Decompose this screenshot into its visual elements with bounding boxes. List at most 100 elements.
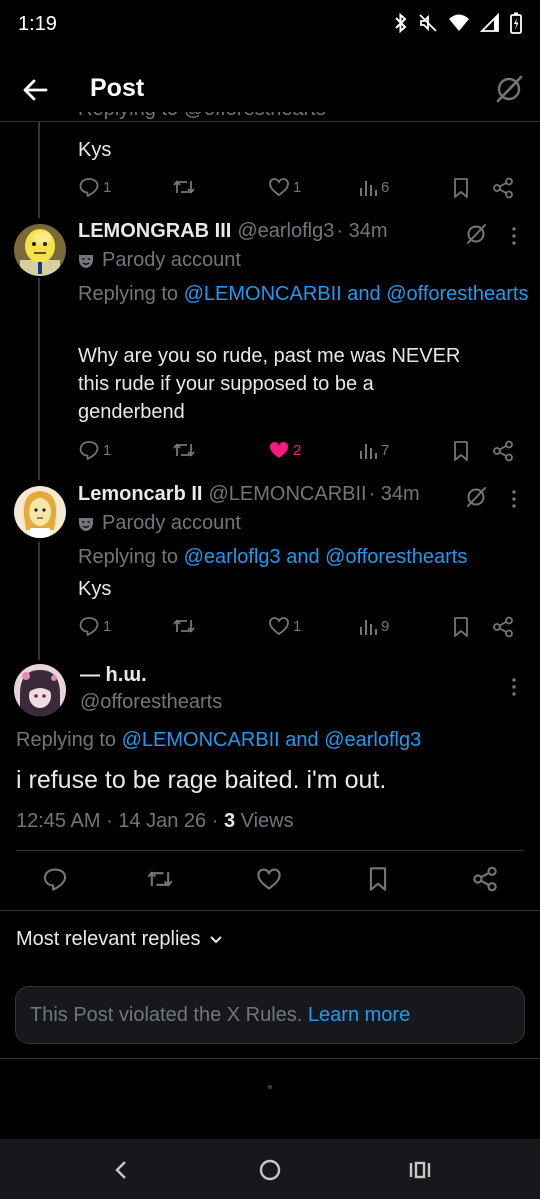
avatar-image <box>14 664 66 716</box>
wifi-icon <box>449 14 469 31</box>
post-meta: 12:45 AM · 14 Jan 26 · 3 Views <box>16 810 294 832</box>
violation-notice: This Post violated the X Rules. Learn mo… <box>15 986 525 1044</box>
views-label: Views <box>240 810 294 832</box>
reply-count: 1 <box>103 617 112 635</box>
views-icon <box>360 444 377 459</box>
reply1-text: Why are you so rude, past me was NEVER t… <box>78 345 461 423</box>
bookmark-icon[interactable] <box>451 616 471 638</box>
like-icon <box>269 178 289 197</box>
signal-icon <box>480 13 499 32</box>
parody-mask-icon <box>79 517 93 531</box>
chevron-down-icon <box>209 935 222 943</box>
repost-button[interactable] <box>172 439 196 461</box>
repost-icon <box>173 180 195 194</box>
repost-icon[interactable] <box>146 866 174 892</box>
nav-home-icon[interactable] <box>255 1155 285 1185</box>
nav-recents-icon[interactable] <box>405 1155 435 1185</box>
reply1-name-row: LEMONGRAB III @earloflg3 · 34m <box>78 220 388 243</box>
like-button[interactable]: 1 <box>268 176 301 198</box>
avatar-hw[interactable] <box>14 664 66 716</box>
main-author-name[interactable]: — h.ɯ. <box>80 664 147 687</box>
replying-handles[interactable]: @LEMONCARBII and @earloflg3 <box>122 729 422 751</box>
avatar-lemongrab[interactable] <box>14 224 66 276</box>
avatar-image <box>14 224 66 276</box>
status-bar: 1:19 <box>0 0 540 52</box>
reply-icon <box>79 441 99 460</box>
main-post-actions <box>16 866 524 896</box>
replying-handles[interactable]: @earloflg3 and @offoresthearts <box>184 546 468 568</box>
reply-icon <box>79 617 99 636</box>
bookmark-icon[interactable] <box>366 866 390 892</box>
author-handle[interactable]: @LEMONCARBII <box>208 483 366 506</box>
avatar-image <box>14 486 66 538</box>
share-icon[interactable] <box>492 616 514 638</box>
parody-text: Parody account <box>102 512 241 534</box>
divider <box>0 910 540 911</box>
more-icon[interactable] <box>506 224 522 248</box>
views-icon <box>360 620 377 635</box>
bookmark-icon[interactable] <box>451 440 471 462</box>
author-handle[interactable]: @earloflg3 <box>237 220 334 243</box>
views-button[interactable]: 7 <box>358 439 389 461</box>
main-post-text: i refuse to be rage baited. i'm out. <box>16 766 387 794</box>
replying-to: Replying to @earloflg3 and @offoresthear… <box>78 546 468 568</box>
grok-icon[interactable] <box>464 222 488 246</box>
reply1-actions: 1 2 7 <box>78 439 518 463</box>
sort-replies-dropdown[interactable]: Most relevant replies <box>16 928 223 951</box>
views-count: 9 <box>381 617 390 635</box>
grok-icon[interactable] <box>494 74 524 104</box>
thread-line <box>38 278 40 480</box>
like-count: 2 <box>293 441 302 459</box>
divider <box>0 1058 540 1059</box>
more-icon[interactable] <box>506 487 522 511</box>
nav-back-icon[interactable] <box>106 1155 136 1185</box>
post-time: 12:45 AM <box>16 810 101 832</box>
sort-label: Most relevant replies <box>16 928 201 950</box>
main-replying-to: Replying to @LEMONCARBII and @earloflg3 <box>16 729 422 751</box>
repost-icon <box>173 619 195 633</box>
cutoff-replying-text: Replying to @offoresthearts <box>78 112 326 124</box>
reply-button[interactable]: 1 <box>78 439 111 461</box>
parody-mask-icon <box>79 254 93 268</box>
reply-button[interactable]: 1 <box>78 176 111 198</box>
share-icon[interactable] <box>492 177 514 199</box>
reply-icon[interactable] <box>42 866 68 892</box>
post-time: · 34m <box>336 220 388 242</box>
bookmark-icon[interactable] <box>451 177 471 199</box>
author-name[interactable]: LEMONGRAB III <box>78 220 231 243</box>
reply-count: 1 <box>103 178 112 196</box>
repost-button[interactable] <box>172 615 196 637</box>
repost-icon <box>173 443 195 457</box>
grok-icon[interactable] <box>464 485 488 509</box>
back-arrow-icon[interactable] <box>18 72 54 108</box>
share-icon[interactable] <box>492 440 514 462</box>
divider <box>16 850 524 851</box>
avatar-lemoncarb[interactable] <box>14 486 66 538</box>
violation-text: This Post violated the X Rules. <box>30 1004 303 1026</box>
repost-button[interactable] <box>172 176 196 198</box>
views-button[interactable]: 6 <box>358 176 389 198</box>
share-icon[interactable] <box>472 866 498 892</box>
parody-label: Parody account <box>78 512 241 535</box>
views-count: 6 <box>381 178 390 196</box>
like-count: 1 <box>293 178 302 196</box>
author-name[interactable]: Lemoncarb II <box>78 483 202 506</box>
more-icon[interactable] <box>506 675 522 699</box>
views-button[interactable]: 9 <box>358 615 389 637</box>
views-count: 7 <box>381 441 390 459</box>
parody-label: Parody account <box>78 249 241 272</box>
post-time: · 34m <box>368 483 420 505</box>
like-icon[interactable] <box>256 866 282 892</box>
reply2-text: Kys <box>78 578 112 600</box>
replying-handles[interactable]: @LEMONCARBII and @offoresthearts <box>184 283 529 305</box>
reply-button[interactable]: 1 <box>78 615 111 637</box>
reply2-name-row: Lemoncarb II @LEMONCARBII · 34m <box>78 483 420 506</box>
learn-more-link[interactable]: Learn more <box>308 1004 410 1026</box>
system-nav-bar <box>0 1139 540 1199</box>
like-button[interactable]: 1 <box>268 615 301 637</box>
main-author-handle[interactable]: @offoresthearts <box>80 691 222 714</box>
post-date: 14 Jan 26 <box>118 810 207 832</box>
thread-line <box>38 542 40 660</box>
like-button[interactable]: 2 <box>268 439 301 461</box>
cutoff-reply-text: Kys <box>78 139 112 161</box>
